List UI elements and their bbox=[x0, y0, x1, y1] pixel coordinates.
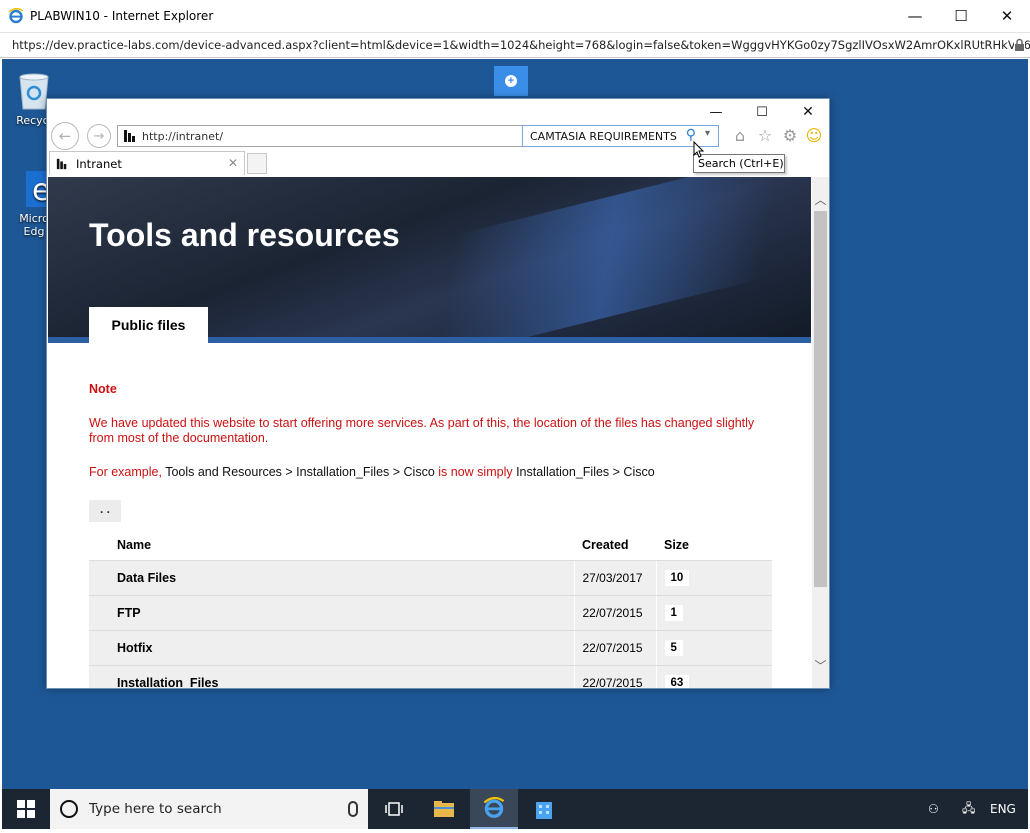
maximize-button[interactable]: ☐ bbox=[938, 0, 984, 32]
building-icon bbox=[536, 802, 552, 819]
network-icon[interactable]: 🖧 bbox=[962, 789, 975, 829]
minimize-button[interactable]: — bbox=[892, 0, 938, 32]
note-example: For example, Tools and Resources > Insta… bbox=[89, 465, 789, 480]
note-text: We have updated this website to start of… bbox=[89, 416, 755, 445]
file-size-badge: 63 bbox=[664, 674, 690, 688]
folder-icon bbox=[434, 801, 454, 817]
taskbar: Type here to search ⚇ 🖧 ENG bbox=[2, 789, 1028, 829]
example-prefix: For example, bbox=[89, 465, 166, 479]
task-view-button[interactable] bbox=[370, 789, 418, 829]
search-dropdown-icon[interactable]: ▾ bbox=[705, 128, 710, 139]
table-row[interactable]: Data Files 27/03/2017 10 bbox=[89, 560, 772, 596]
parent-folder-button[interactable]: . . bbox=[89, 500, 121, 522]
table-header-row: Name Created Size bbox=[89, 530, 772, 561]
scroll-down-icon[interactable]: ﹀ bbox=[812, 657, 829, 674]
hero-light-streak bbox=[348, 177, 811, 341]
file-name[interactable]: Installation_Files bbox=[89, 665, 574, 688]
ie-close-button[interactable]: ✕ bbox=[785, 99, 831, 125]
cortana-icon bbox=[60, 800, 78, 818]
ie-address-text: http://intranet/ bbox=[142, 129, 224, 143]
table-row[interactable]: Hotfix 22/07/2015 5 bbox=[89, 630, 772, 666]
mouse-cursor-icon bbox=[693, 141, 705, 158]
home-icon[interactable]: ⌂ bbox=[731, 127, 749, 145]
tab-intranet[interactable]: Intranet ✕ bbox=[49, 151, 245, 175]
tab-public-files[interactable]: Public files bbox=[89, 307, 208, 343]
vertical-scrollbar[interactable]: ︿ ﹀ bbox=[812, 177, 829, 688]
internet-explorer-icon bbox=[483, 797, 505, 818]
new-tab-button[interactable] bbox=[247, 153, 267, 174]
file-size-cell: 10 bbox=[655, 560, 772, 596]
file-size-cell: 5 bbox=[655, 630, 772, 666]
lock-icon bbox=[1014, 38, 1025, 52]
internet-explorer-taskbar-button[interactable] bbox=[470, 789, 518, 829]
remote-session-menu-button[interactable]: + bbox=[494, 66, 528, 96]
taskbar-search-placeholder: Type here to search bbox=[89, 801, 222, 817]
file-size-cell: 63 bbox=[655, 665, 772, 688]
scroll-up-icon[interactable]: ︿ bbox=[812, 191, 829, 208]
column-header-name[interactable]: Name bbox=[89, 530, 574, 561]
search-tooltip: Search (Ctrl+E) bbox=[693, 154, 785, 173]
language-indicator[interactable]: ENG bbox=[990, 789, 1016, 829]
file-created: 22/07/2015 bbox=[573, 595, 656, 631]
back-button[interactable]: ← bbox=[51, 122, 79, 150]
file-size-badge: 10 bbox=[664, 569, 690, 586]
site-favicon-icon bbox=[124, 130, 135, 142]
close-button[interactable]: ✕ bbox=[984, 0, 1030, 32]
file-size-badge: 5 bbox=[664, 639, 683, 656]
table-row[interactable]: Installation_Files 22/07/2015 63 bbox=[89, 665, 772, 688]
start-button[interactable] bbox=[2, 789, 50, 829]
outer-url: https://dev.practice-labs.com/device-adv… bbox=[12, 38, 1030, 52]
column-header-created[interactable]: Created bbox=[574, 530, 656, 561]
files-table: Name Created Size Data Files 27/03/2017 … bbox=[89, 530, 772, 688]
page-title: Tools and resources bbox=[89, 217, 400, 253]
forward-button[interactable]: → bbox=[87, 124, 111, 148]
site-favicon-icon bbox=[56, 158, 67, 169]
outer-address-bar[interactable]: https://dev.practice-labs.com/device-adv… bbox=[0, 32, 1030, 58]
ie-window: — ☐ ✕ ← → http://intranet/ ▾ ↻ CAMTASIA … bbox=[46, 98, 830, 689]
file-name[interactable]: Hotfix bbox=[89, 630, 574, 666]
server-manager-taskbar-button[interactable] bbox=[520, 789, 568, 829]
smiley-feedback-icon[interactable]: ☺ bbox=[805, 127, 823, 145]
page-content: Tools and resources Public files Note We… bbox=[48, 177, 811, 688]
tab-close-icon[interactable]: ✕ bbox=[228, 156, 238, 170]
settings-gear-icon[interactable]: ⚙ bbox=[781, 127, 799, 145]
taskbar-search-box[interactable]: Type here to search bbox=[50, 789, 368, 829]
outer-titlebar: PLABWIN10 - Internet Explorer — ☐ ✕ bbox=[0, 0, 1030, 32]
scrollbar-thumb[interactable] bbox=[814, 211, 827, 587]
file-name[interactable]: FTP bbox=[89, 595, 574, 631]
favorites-star-icon[interactable]: ☆ bbox=[756, 127, 774, 145]
internet-explorer-icon bbox=[8, 8, 24, 24]
column-header-size[interactable]: Size bbox=[656, 530, 772, 561]
file-explorer-taskbar-button[interactable] bbox=[420, 789, 468, 829]
file-size-badge: 1 bbox=[664, 604, 683, 621]
file-size-cell: 1 bbox=[655, 595, 772, 631]
microphone-icon[interactable] bbox=[348, 801, 358, 817]
file-created: 27/03/2017 bbox=[573, 560, 656, 596]
note-heading: Note bbox=[89, 382, 117, 396]
example-new-path: Installation_Files > Cisco bbox=[516, 465, 655, 479]
file-created: 22/07/2015 bbox=[573, 665, 656, 688]
forward-arrow-icon: → bbox=[93, 128, 105, 144]
search-query-text: CAMTASIA REQUIREMENTS bbox=[530, 129, 677, 143]
ie-toolbar: — ☐ ✕ ← → http://intranet/ ▾ ↻ CAMTASIA … bbox=[47, 99, 829, 177]
ie-maximize-button[interactable]: ☐ bbox=[739, 99, 785, 125]
plus-icon: + bbox=[505, 75, 517, 87]
file-name[interactable]: Data Files bbox=[89, 560, 574, 596]
ie-search-box[interactable]: CAMTASIA REQUIREMENTS ⚲ ▾ bbox=[522, 125, 719, 147]
example-mid: is now simply bbox=[434, 465, 517, 479]
task-view-icon bbox=[385, 802, 403, 816]
windows-logo-icon bbox=[17, 800, 35, 818]
tab-label: Intranet bbox=[76, 156, 122, 171]
table-row[interactable]: FTP 22/07/2015 1 bbox=[89, 595, 772, 631]
people-icon[interactable]: ⚇ bbox=[928, 789, 939, 829]
example-old-path: Tools and Resources > Installation_Files… bbox=[165, 465, 435, 479]
ie-address-bar[interactable]: http://intranet/ ▾ ↻ bbox=[117, 125, 563, 147]
outer-window-title: PLABWIN10 - Internet Explorer bbox=[30, 9, 214, 23]
ie-minimize-button[interactable]: — bbox=[693, 99, 739, 125]
back-arrow-icon: ← bbox=[58, 127, 72, 145]
file-created: 22/07/2015 bbox=[573, 630, 656, 666]
